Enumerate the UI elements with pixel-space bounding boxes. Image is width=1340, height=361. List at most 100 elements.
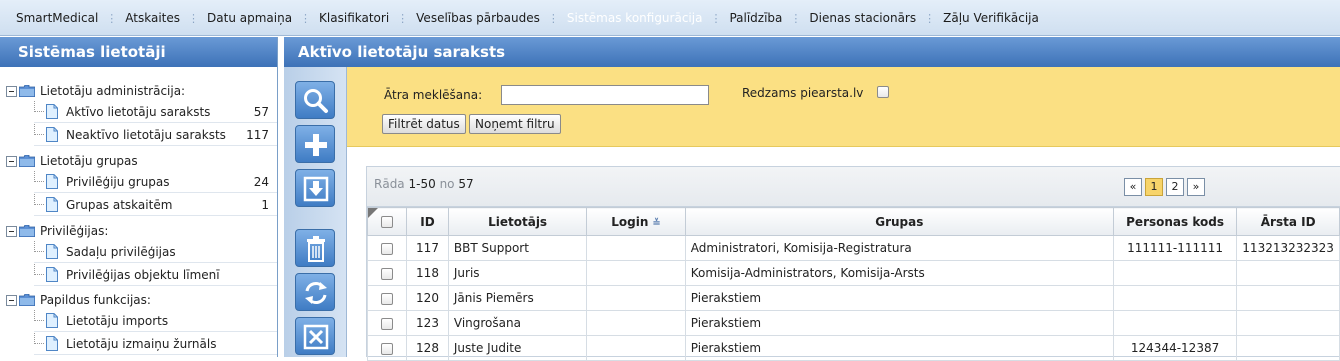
- column-menu-icon[interactable]: [368, 208, 378, 218]
- tree-branch-line: [34, 333, 44, 344]
- tree-item[interactable]: Neaktīvo lietotāju saraksts 117: [34, 124, 277, 146]
- menu-item-1[interactable]: Atskaites: [117, 11, 188, 25]
- column-header[interactable]: Personas kods: [1112, 207, 1238, 236]
- collapse-icon[interactable]: [6, 85, 17, 97]
- table-row[interactable]: 120 Jānis Piemērs Pierakstiem: [366, 285, 1340, 311]
- page-button[interactable]: 2: [1166, 178, 1184, 196]
- cell-user: Jānis Piemērs: [447, 285, 588, 311]
- grid-toolbar: Rāda 1-50 no 57 «1 2»: [367, 167, 1340, 207]
- tree-item[interactable]: Grupas atskaitēm 1: [34, 194, 277, 216]
- export-excel-button[interactable]: [295, 317, 335, 355]
- row-checkbox[interactable]: [381, 342, 394, 355]
- tree-item[interactable]: Lietotāju imports: [34, 310, 277, 332]
- menu-item-4[interactable]: Veselības pārbaudes: [408, 11, 548, 25]
- tree-group-header[interactable]: Lietotāju administrācija:: [6, 81, 185, 101]
- select-all-header: [366, 207, 408, 236]
- cell-id: 123: [406, 310, 449, 336]
- column-header[interactable]: Grupas: [684, 207, 1114, 236]
- row-select-cell: [366, 260, 408, 286]
- tree-group-header[interactable]: Lietotāju grupas: [6, 151, 138, 171]
- search-button[interactable]: [295, 81, 335, 119]
- menu-separator: ⋮: [300, 11, 312, 25]
- tree-item-label: Neaktīvo lietotāju saraksts: [66, 128, 226, 142]
- tree-group-header[interactable]: Privilēģijas:: [6, 221, 108, 241]
- row-checkbox[interactable]: [381, 267, 394, 280]
- tree-item[interactable]: Aktīvo lietotāju saraksts 57: [34, 101, 277, 123]
- document-icon: [46, 197, 58, 215]
- tree-group-label: Papildus funkcijas:: [40, 293, 151, 307]
- tree-item[interactable]: Lietotāju izmaiņu žurnāls: [34, 333, 277, 355]
- folder-icon: [19, 225, 35, 237]
- menu-item-7[interactable]: Dienas stacionārs: [801, 11, 924, 25]
- menu-item-3[interactable]: Klasifikatori: [311, 11, 397, 25]
- column-header[interactable]: Login ≚: [586, 207, 686, 236]
- page-title: Aktīvo lietotāju saraksts: [284, 37, 1340, 67]
- menu-item-5[interactable]: Sistēmas konfigurācija: [559, 11, 711, 25]
- quick-search-input[interactable]: [501, 85, 709, 105]
- tree-item-label: Lietotāju imports: [66, 314, 169, 328]
- filter-panel: Ātra meklēšana: Redzams piearsta.lv Filt…: [347, 67, 1340, 147]
- tree-branch-line: [34, 241, 44, 252]
- column-header-label: Personas kods: [1126, 214, 1224, 229]
- clear-filter-button[interactable]: Noņemt filtru: [469, 114, 561, 134]
- filter-data-button[interactable]: Filtrēt datus: [382, 114, 466, 134]
- action-toolbar: [284, 67, 347, 357]
- select-all-checkbox[interactable]: [381, 216, 394, 228]
- document-icon: [46, 336, 58, 354]
- row-select-cell: [366, 235, 408, 261]
- next-page-button[interactable]: »: [1187, 178, 1205, 196]
- cell-doctor-id: [1236, 285, 1340, 311]
- column-header[interactable]: ID: [406, 207, 449, 236]
- showing-total: 57: [458, 177, 474, 191]
- row-checkbox[interactable]: [381, 242, 394, 255]
- page-button[interactable]: 1: [1145, 178, 1163, 196]
- cell-personal-code: [1112, 260, 1238, 286]
- table-row[interactable]: 123 Vingrošana Pierakstiem: [366, 310, 1340, 336]
- tree-item-label: Privilēģiju grupas: [66, 175, 170, 189]
- column-header[interactable]: Lietotājs: [447, 207, 588, 236]
- menu-item-0[interactable]: SmartMedical: [8, 11, 106, 25]
- row-checkbox[interactable]: [381, 292, 394, 305]
- column-header[interactable]: Ārsta ID: [1236, 207, 1340, 236]
- cell-login: [586, 285, 686, 311]
- add-button[interactable]: [295, 125, 335, 163]
- table-row[interactable]: 117 BBT Support Administratori, Komisija-R…: [366, 235, 1340, 261]
- cell-id: 118: [406, 260, 449, 286]
- document-icon: [46, 127, 58, 145]
- table-row[interactable]: 118 Juris Komisija-Administrators, Komisij…: [366, 260, 1340, 286]
- sort-icon[interactable]: ≚: [652, 218, 660, 229]
- add-icon: [305, 134, 327, 156]
- menu-separator: ⋮: [188, 11, 200, 25]
- menu-separator: ⋮: [790, 11, 802, 25]
- cell-groups: Administratori, Komisija-Registratura: [684, 235, 1114, 261]
- collapse-icon[interactable]: [6, 225, 17, 237]
- tree-item[interactable]: Privilēģijas objektu līmenī: [34, 264, 277, 286]
- row-select-cell: [366, 310, 408, 336]
- pagination: «1 2»: [1124, 178, 1208, 196]
- collapse-icon[interactable]: [6, 155, 17, 167]
- visible-piearsta-checkbox[interactable]: [877, 86, 889, 98]
- tree-group-header[interactable]: Papildus funkcijas:: [6, 290, 151, 310]
- folder-icon: [19, 155, 35, 167]
- first-page-button[interactable]: «: [1124, 178, 1142, 196]
- table-header-row: ID Lietotājs Login ≚ Grupas Personas kods Ārst…: [366, 207, 1340, 236]
- quick-search-label: Ātra meklēšana:: [384, 88, 483, 102]
- column-header-label: Ārsta ID: [1260, 214, 1316, 229]
- left-panel-title: Sistēmas lietotāji: [0, 37, 277, 67]
- showing-of: no: [439, 177, 455, 191]
- row-checkbox[interactable]: [381, 317, 394, 330]
- users-table: ID Lietotājs Login ≚ Grupas Personas kods Ārst…: [366, 207, 1340, 361]
- users-grid: Rāda 1-50 no 57 «1 2» ID Lietotājs Login ≚ Gr…: [366, 166, 1340, 361]
- download-button[interactable]: [295, 169, 335, 207]
- refresh-button[interactable]: [295, 273, 335, 311]
- delete-icon: [307, 236, 325, 262]
- column-header-label: Grupas: [875, 214, 924, 229]
- delete-button[interactable]: [295, 229, 335, 267]
- menu-item-2[interactable]: Datu apmaiņa: [199, 11, 300, 25]
- tree-item[interactable]: Sadaļu privilēģijas: [34, 241, 277, 263]
- tree-item[interactable]: Privilēģiju grupas 24: [34, 171, 277, 193]
- tree-item-label: Sadaļu privilēģijas: [66, 245, 176, 259]
- collapse-icon[interactable]: [6, 294, 17, 306]
- menu-item-6[interactable]: Palīdzība: [721, 11, 790, 25]
- menu-item-8[interactable]: Zāļu Verifikācija: [935, 11, 1047, 25]
